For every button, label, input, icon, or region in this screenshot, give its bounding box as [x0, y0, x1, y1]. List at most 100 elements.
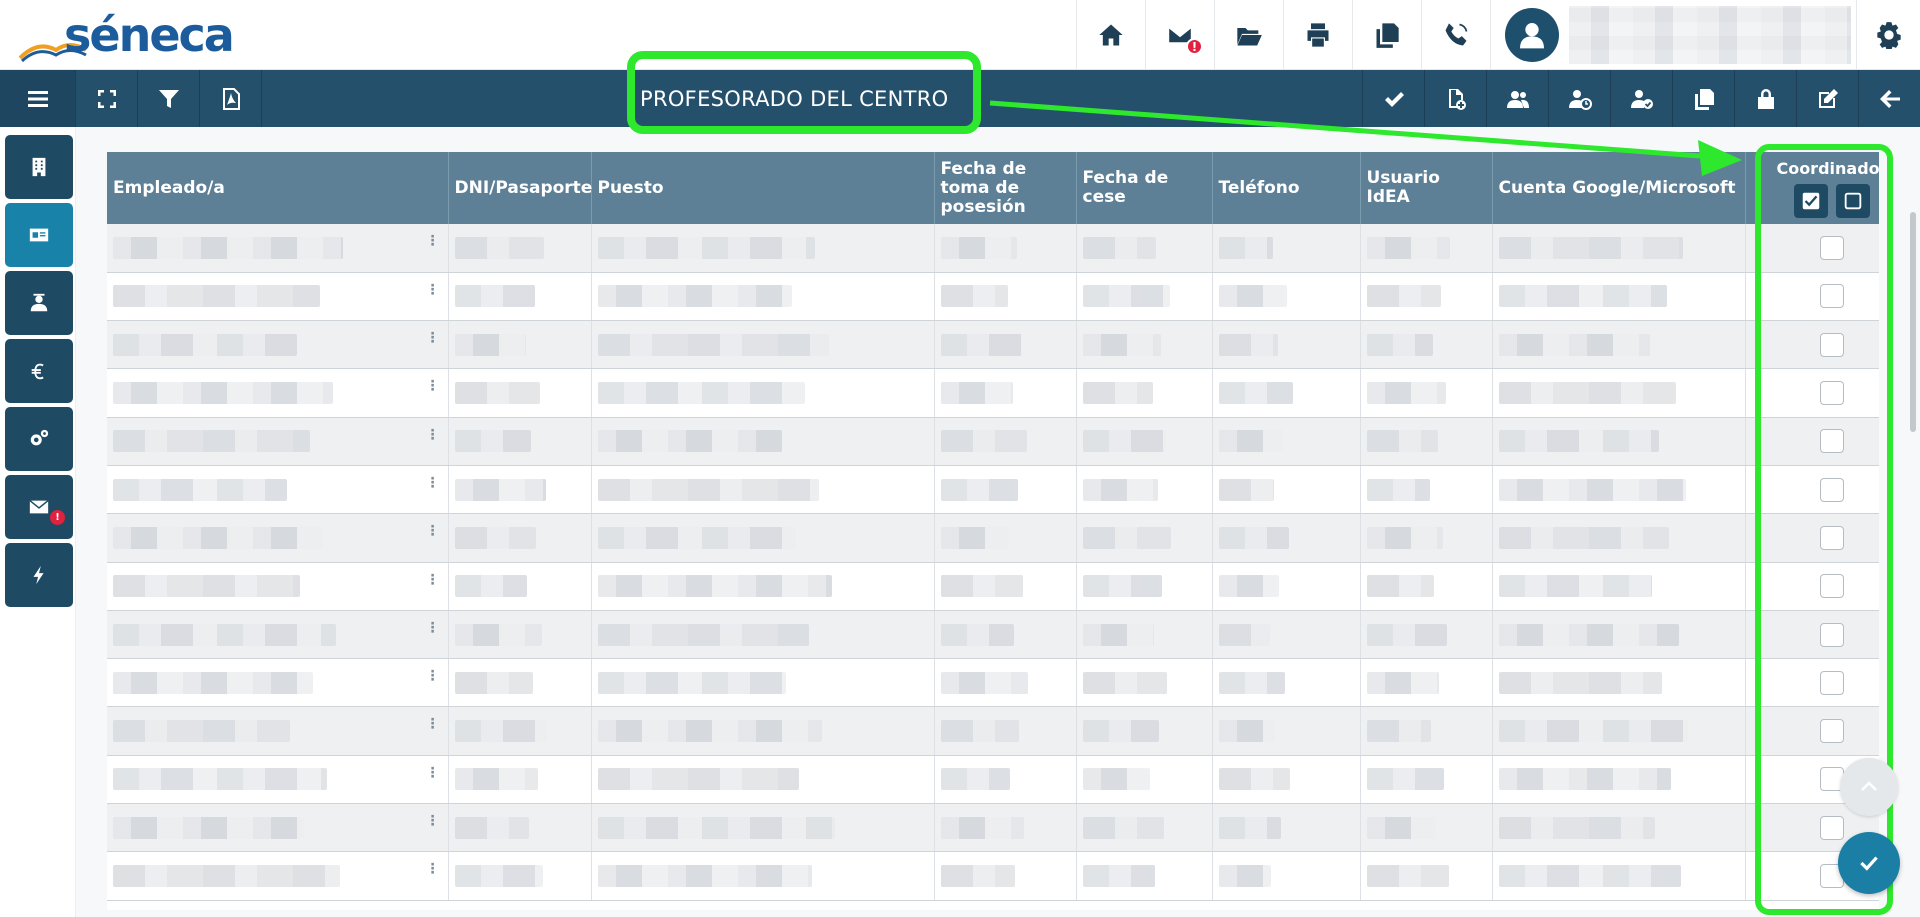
cell-usuario-idea [1360, 562, 1493, 611]
new-document-icon [1448, 88, 1466, 110]
user-history-button[interactable] [1548, 70, 1610, 127]
redacted-value [1366, 575, 1435, 598]
table-row[interactable]: ⋮ [107, 224, 1879, 273]
row-options-icon[interactable]: ⋮ [426, 621, 440, 635]
sidebar-item-centro[interactable] [5, 135, 73, 199]
cell-fecha-cese [1076, 755, 1213, 805]
redacted-value [597, 865, 812, 887]
lock-button[interactable] [1734, 70, 1796, 127]
pdf-button[interactable] [200, 70, 262, 127]
documents-button[interactable] [1214, 0, 1283, 70]
table-row[interactable]: ⋮ [107, 851, 1879, 901]
redacted-value [1082, 236, 1157, 259]
cell-usuario-idea [1360, 465, 1493, 515]
copy-icon [1694, 88, 1714, 110]
sidebar-item-personal[interactable] [5, 203, 73, 267]
back-button[interactable] [1858, 70, 1920, 127]
redacted-value [1218, 285, 1288, 308]
messages-button[interactable]: ! [1145, 0, 1214, 70]
redacted-value [597, 768, 799, 791]
settings-button[interactable] [1856, 0, 1920, 70]
cell-fecha-toma [934, 272, 1077, 322]
cell-fecha-cese [1076, 320, 1213, 370]
menu-button[interactable] [0, 70, 76, 127]
sidebar-item-utilidades[interactable] [5, 407, 73, 471]
home-button[interactable] [1076, 0, 1145, 70]
row-options-icon[interactable]: ⋮ [426, 573, 440, 587]
table-row[interactable]: ⋮ [107, 320, 1879, 370]
redacted-value [113, 333, 297, 356]
phone-icon [1445, 23, 1468, 46]
table-row[interactable]: ⋮ [107, 755, 1879, 805]
row-options-icon[interactable]: ⋮ [426, 524, 440, 538]
col-header-empleado[interactable]: Empleado/a [107, 152, 449, 224]
row-options-icon[interactable]: ⋮ [426, 283, 440, 297]
cell-cuenta [1492, 610, 1746, 660]
col-header-fecha-cese[interactable]: Fecha de cese [1076, 152, 1213, 224]
row-options-icon[interactable]: ⋮ [426, 331, 440, 345]
edit-button[interactable] [1796, 70, 1858, 127]
table-row[interactable]: ⋮ [107, 803, 1879, 853]
scroll-top-button[interactable] [1840, 758, 1898, 816]
row-options-icon[interactable]: ⋮ [426, 862, 440, 876]
copies-button[interactable] [1352, 0, 1421, 70]
col-header-cuenta[interactable]: Cuenta Google/Microsoft [1492, 152, 1746, 224]
col-header-telefono[interactable]: Teléfono [1212, 152, 1361, 224]
redacted-value [1082, 430, 1167, 453]
print-button[interactable] [1283, 0, 1352, 70]
row-options-icon[interactable]: ⋮ [426, 669, 440, 683]
redacted-value [1366, 623, 1448, 646]
phone-button[interactable] [1421, 0, 1490, 70]
user-profile[interactable] [1490, 0, 1870, 70]
content-area: Empleado/a DNI/Pasaporte Puesto Fecha de… [76, 127, 1920, 917]
user-validate-button[interactable] [1610, 70, 1672, 127]
row-options-icon[interactable]: ⋮ [426, 814, 440, 828]
row-options-icon[interactable]: ⋮ [426, 234, 440, 248]
new-document-button[interactable] [1424, 70, 1486, 127]
col-header-puesto[interactable]: Puesto [591, 152, 935, 224]
table-row[interactable]: ⋮ [107, 658, 1879, 708]
seneca-logo[interactable]: séneca [18, 8, 235, 64]
row-options-icon[interactable]: ⋮ [426, 379, 440, 393]
row-options-icon[interactable]: ⋮ [426, 717, 440, 731]
expand-button[interactable] [76, 70, 138, 127]
table-row[interactable]: ⋮ [107, 417, 1879, 466]
cell-fecha-toma [934, 224, 1077, 273]
gears-icon [30, 429, 49, 446]
cell-dni [448, 706, 592, 756]
cell-cuenta [1492, 562, 1746, 611]
filter-button[interactable] [138, 70, 200, 127]
col-header-fecha-toma[interactable]: Fecha de toma de posesión [934, 152, 1077, 224]
table-row[interactable]: ⋮ [107, 562, 1879, 611]
table-row[interactable]: ⋮ [107, 513, 1879, 563]
table-row[interactable]: ⋮ [107, 706, 1879, 756]
sidebar-item-comunicaciones[interactable]: ! [5, 475, 73, 539]
table-row[interactable]: ⋮ [107, 610, 1879, 660]
users-button[interactable] [1486, 70, 1548, 127]
logo-text: séneca [64, 8, 235, 62]
cell-fecha-toma [934, 513, 1077, 563]
cell-empleado: ⋮ [107, 610, 449, 660]
sidebar-item-gestion-economica[interactable] [5, 339, 73, 403]
cell-dni [448, 320, 592, 370]
col-header-dni[interactable]: DNI/Pasaporte [448, 152, 592, 224]
vertical-scrollbar[interactable] [1910, 212, 1916, 432]
sidebar-item-accesos-rapidos[interactable] [5, 543, 73, 607]
cell-empleado: ⋮ [107, 562, 449, 611]
cell-telefono [1212, 658, 1361, 708]
cell-cuenta [1492, 224, 1746, 273]
row-options-icon[interactable]: ⋮ [426, 766, 440, 780]
table-row[interactable]: ⋮ [107, 272, 1879, 322]
sidebar-item-alumnado[interactable] [5, 271, 73, 335]
row-options-icon[interactable]: ⋮ [426, 428, 440, 442]
cell-empleado: ⋮ [107, 272, 449, 322]
col-header-usuario-idea[interactable]: Usuario IdEA [1360, 152, 1493, 224]
redacted-value [1218, 430, 1284, 453]
table-row[interactable]: ⋮ [107, 465, 1879, 515]
confirm-fab-button[interactable] [1838, 832, 1900, 894]
redacted-value [597, 575, 832, 598]
table-row[interactable]: ⋮ [107, 368, 1879, 418]
duplicate-button[interactable] [1672, 70, 1734, 127]
accept-button[interactable] [1362, 70, 1424, 127]
row-options-icon[interactable]: ⋮ [426, 476, 440, 490]
